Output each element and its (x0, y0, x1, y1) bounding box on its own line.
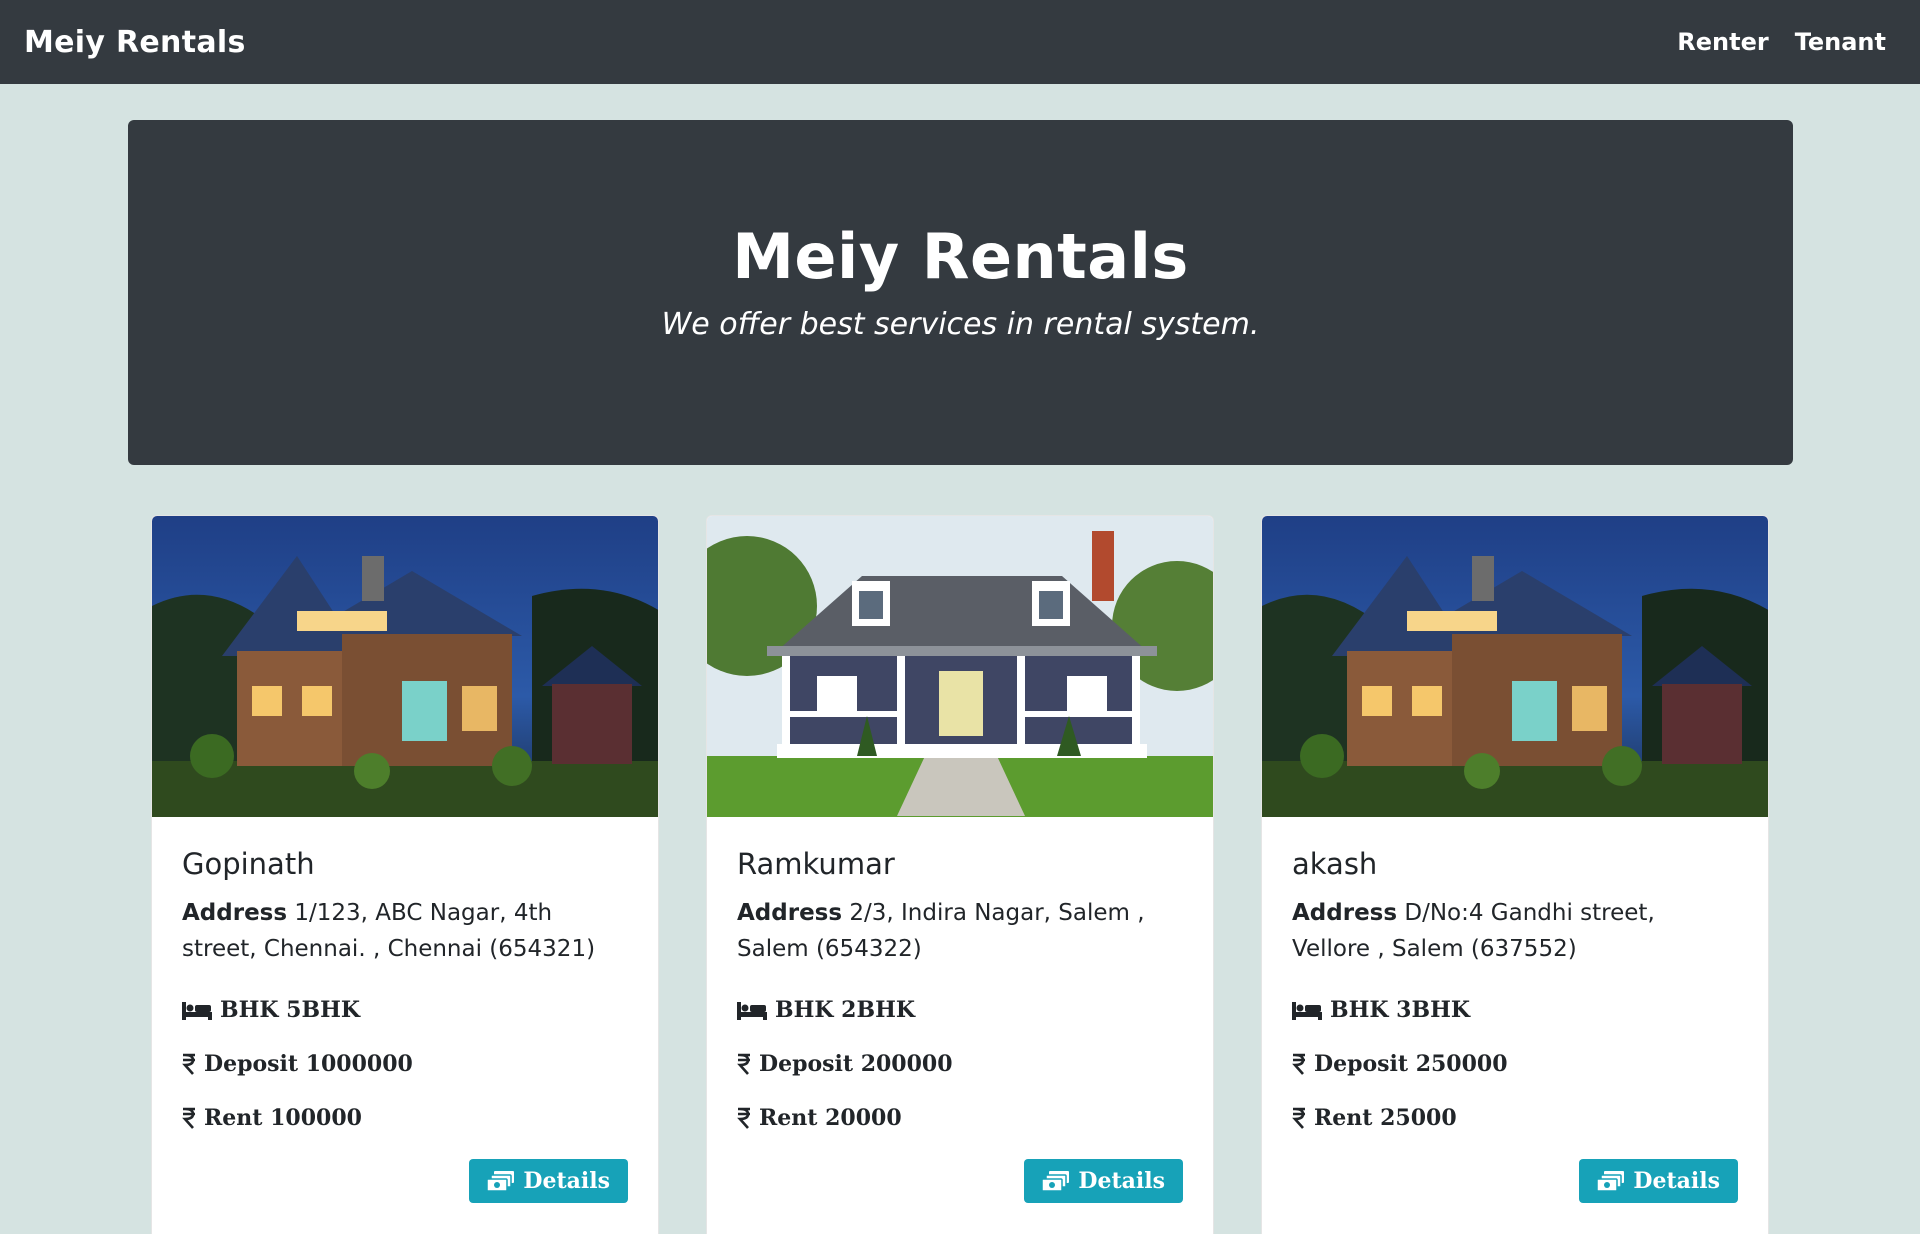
house-at-dusk-icon (152, 516, 658, 817)
rent-info: Rent 20000 (737, 1105, 1183, 1131)
bhk-info: BHK 3BHK (1292, 997, 1738, 1023)
address-label: Address (737, 900, 843, 926)
property-card: Gopinath Address 1/123, ABC Nagar, 4th s… (151, 515, 659, 1234)
rent-info: Rent 100000 (182, 1105, 628, 1131)
rupee-icon (737, 1107, 750, 1129)
rent-text: Rent 25000 (1314, 1105, 1457, 1131)
property-address: Address 2/3, Indira Nagar, Salem , Salem… (737, 895, 1183, 969)
deposit-info: Deposit 1000000 (182, 1051, 628, 1077)
details-button[interactable]: Details (469, 1159, 628, 1203)
bed-icon (182, 1002, 212, 1020)
house-at-dusk-icon (1262, 516, 1768, 817)
navbar: Meiy Rentals Renter Tenant (0, 0, 1920, 84)
property-address: Address D/No:4 Gandhi street, Vellore , … (1292, 895, 1738, 969)
rupee-icon (737, 1053, 750, 1075)
rupee-icon (1292, 1053, 1305, 1075)
rent-text: Rent 100000 (204, 1105, 362, 1131)
rupee-icon (182, 1107, 195, 1129)
nav-link-renter[interactable]: Renter (1677, 28, 1768, 56)
money-bill-icon (1597, 1171, 1625, 1192)
owner-name: Gopinath (182, 847, 315, 881)
nav-link-tenant[interactable]: Tenant (1795, 28, 1886, 56)
address-label: Address (182, 900, 288, 926)
bed-icon (1292, 1002, 1322, 1020)
bhk-text: BHK 5BHK (220, 997, 360, 1023)
property-address: Address 1/123, ABC Nagar, 4th street, Ch… (182, 895, 628, 969)
hero-banner: Meiy Rentals We offer best services in r… (128, 120, 1793, 465)
white-porch-house-icon (707, 516, 1213, 817)
details-label: Details (1633, 1168, 1720, 1194)
details-button[interactable]: Details (1024, 1159, 1183, 1203)
details-label: Details (1078, 1168, 1165, 1194)
card-body: akash Address D/No:4 Gandhi street, Vell… (1262, 817, 1768, 1234)
bhk-info: BHK 2BHK (737, 997, 1183, 1023)
property-card: Ramkumar Address 2/3, Indira Nagar, Sale… (706, 515, 1214, 1234)
bed-icon (737, 1002, 767, 1020)
rent-text: Rent 20000 (759, 1105, 902, 1131)
address-label: Address (1292, 900, 1398, 926)
deposit-text: Deposit 250000 (1314, 1051, 1508, 1077)
details-label: Details (523, 1168, 610, 1194)
hero-subtitle: We offer best services in rental system. (661, 306, 1260, 342)
property-list: Gopinath Address 1/123, ABC Nagar, 4th s… (0, 515, 1920, 1234)
bhk-text: BHK 2BHK (775, 997, 915, 1023)
property-card: akash Address D/No:4 Gandhi street, Vell… (1261, 515, 1769, 1234)
details-button[interactable]: Details (1579, 1159, 1738, 1203)
deposit-text: Deposit 200000 (759, 1051, 953, 1077)
deposit-text: Deposit 1000000 (204, 1051, 413, 1077)
rupee-icon (1292, 1107, 1305, 1129)
money-bill-icon (1042, 1171, 1070, 1192)
card-body: Gopinath Address 1/123, ABC Nagar, 4th s… (152, 817, 658, 1234)
bhk-info: BHK 5BHK (182, 997, 628, 1023)
hero-title: Meiy Rentals (732, 219, 1189, 293)
deposit-info: Deposit 250000 (1292, 1051, 1738, 1077)
owner-name: Ramkumar (737, 847, 895, 881)
rupee-icon (182, 1053, 195, 1075)
rent-info: Rent 25000 (1292, 1105, 1738, 1131)
bhk-text: BHK 3BHK (1330, 997, 1470, 1023)
brand-link[interactable]: Meiy Rentals (24, 25, 246, 60)
owner-name: akash (1292, 847, 1378, 881)
card-body: Ramkumar Address 2/3, Indira Nagar, Sale… (707, 817, 1213, 1234)
deposit-info: Deposit 200000 (737, 1051, 1183, 1077)
nav-links: Renter Tenant (1677, 28, 1886, 56)
money-bill-icon (487, 1171, 515, 1192)
